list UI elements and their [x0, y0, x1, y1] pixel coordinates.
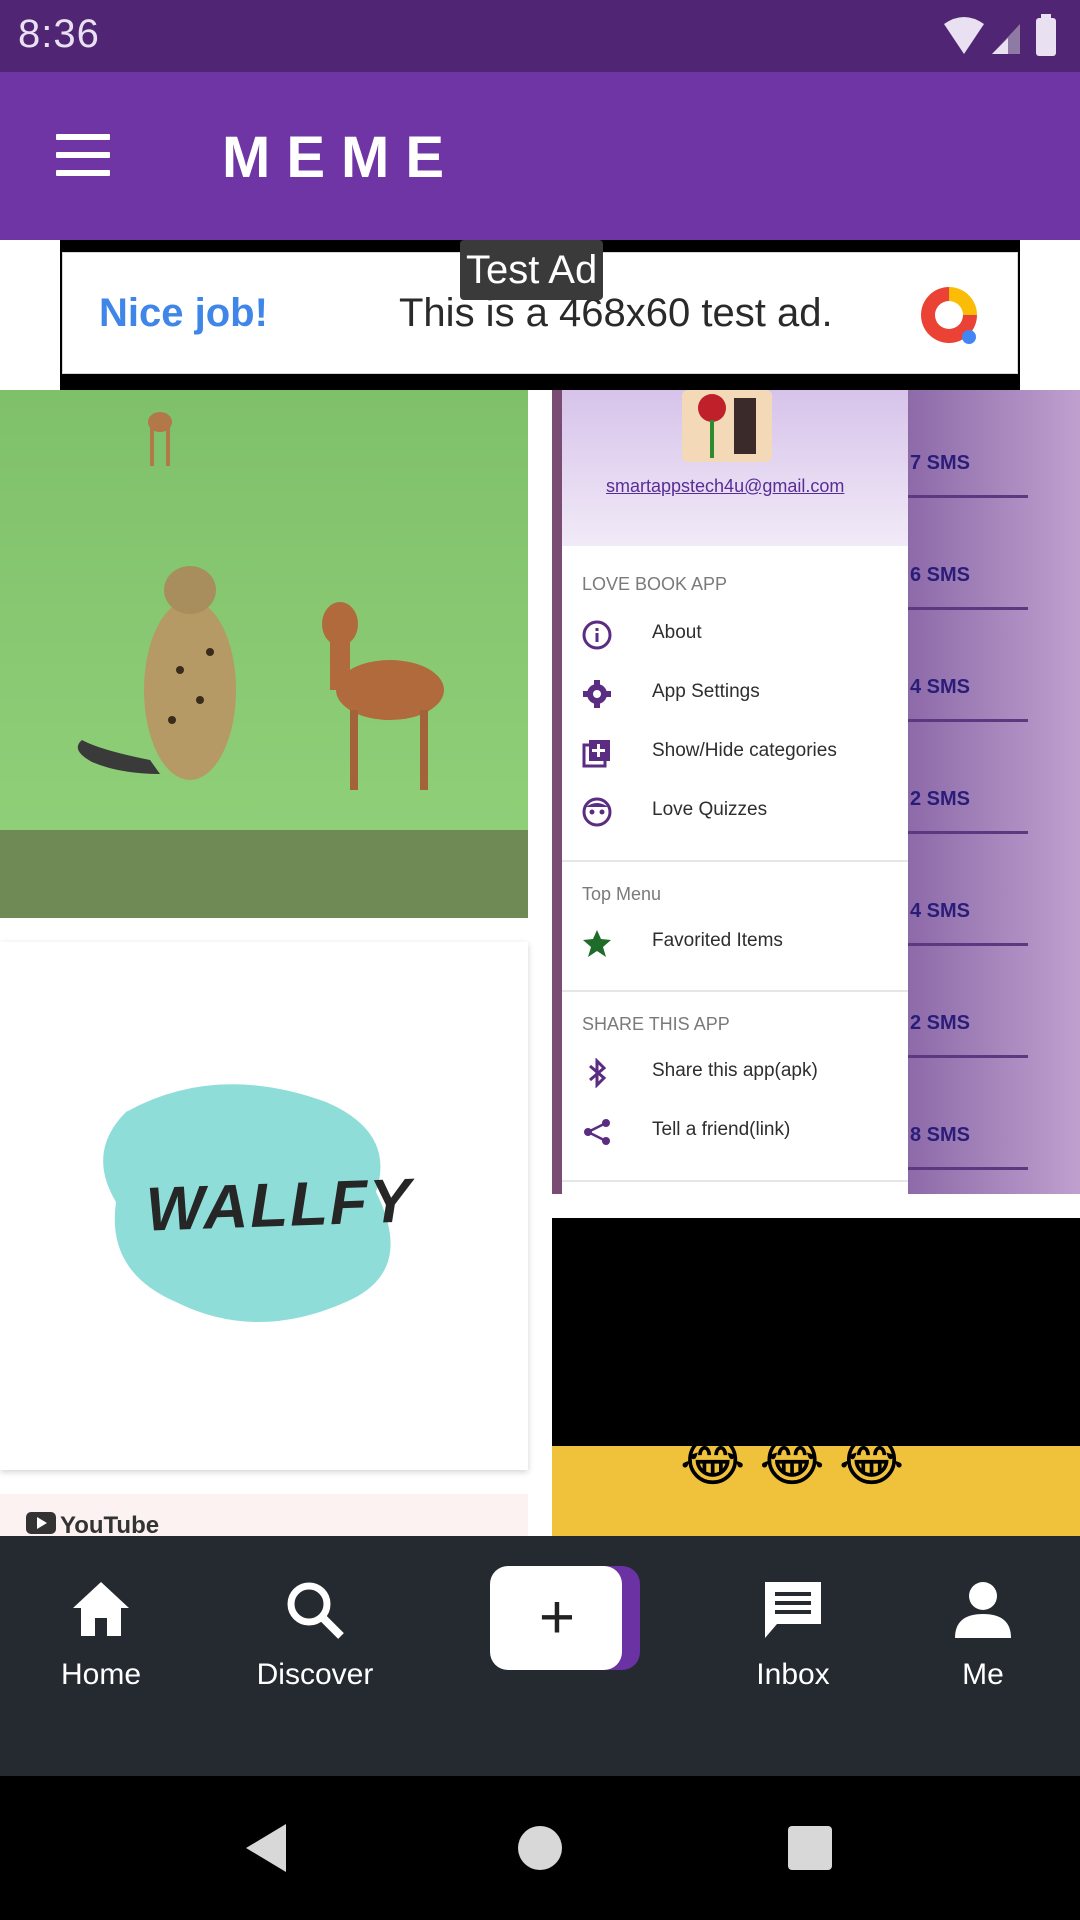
status-time: 8:36 — [18, 12, 100, 56]
recents-icon[interactable] — [782, 1820, 838, 1876]
meme-card-cheetah[interactable] — [0, 390, 528, 918]
inbox-icon — [765, 1582, 821, 1638]
add-box-icon — [582, 740, 610, 768]
youtube-icon — [26, 1512, 56, 1534]
home-circle-icon[interactable] — [512, 1820, 568, 1876]
face-icon — [582, 797, 612, 827]
app-bar: MEME — [0, 72, 1080, 240]
create-button[interactable]: + — [490, 1566, 640, 1670]
star-icon — [583, 930, 611, 957]
ad-logo-icon — [921, 287, 977, 344]
status-icons — [944, 14, 1056, 56]
nav-me[interactable]: Me — [888, 1576, 1078, 1726]
home-icon — [73, 1582, 129, 1636]
drawer-section-top-menu: Top Menu — [582, 884, 662, 904]
wallfy-text: WALLFY — [144, 1166, 414, 1245]
battery-icon — [1036, 18, 1056, 56]
meme-card-emoji[interactable]: 😂😂😂 — [552, 1218, 1080, 1538]
laughing-emojis: 😂😂😂 — [680, 1429, 919, 1492]
drawer-item-favorited: Favorited Items — [562, 914, 908, 970]
drawer-item-tell-friend: Tell a friend(link) — [562, 1103, 908, 1159]
search-icon — [287, 1582, 344, 1639]
meme-card-drawer-screenshot[interactable]: smartappstech4u@gmail.com LOVE BOOK APP … — [552, 390, 1080, 1194]
app-screen: { "status_bar": { "time": "8:36" }, "app… — [0, 0, 1080, 1920]
back-icon[interactable] — [240, 1820, 296, 1876]
gear-icon — [583, 680, 611, 708]
drawer-section-love-book: LOVE BOOK APP — [582, 574, 728, 594]
drawer-item-about: About — [562, 606, 908, 662]
nav-inbox[interactable]: Inbox — [698, 1576, 888, 1726]
bottom-navigation: Home Discover + Inbox Me — [0, 1536, 1080, 1776]
plus-icon: + — [538, 1583, 576, 1652]
drawer-email: smartappstech4u@gmail.com — [606, 476, 845, 496]
hamburger-menu-button[interactable] — [48, 124, 120, 188]
meme-card-wallfy[interactable]: WALLFY — [0, 942, 528, 1470]
drawer-screenshot: smartappstech4u@gmail.com LOVE BOOK APP … — [562, 390, 908, 1194]
test-ad-label: Test Ad — [460, 240, 604, 300]
drawer-item-share-apk: Share this app(apk) — [562, 1044, 908, 1100]
person-icon — [955, 1582, 1011, 1638]
drawer-section-share: SHARE THIS APP — [582, 1014, 730, 1034]
drawer-background-list: 7 SMS 6 SMS 4 SMS 2 SMS 4 SMS 2 SMS 8 SM… — [908, 390, 1080, 1194]
info-icon — [582, 620, 612, 650]
app-title: MEME — [222, 125, 460, 190]
ad-headline: Nice job! — [99, 291, 268, 335]
status-bar: 8:36 — [0, 0, 1080, 72]
wifi-icon — [944, 17, 984, 54]
nav-home[interactable]: Home — [6, 1576, 196, 1726]
share-icon — [584, 1119, 610, 1145]
nav-discover[interactable]: Discover — [220, 1576, 410, 1726]
drawer-item-show-hide: Show/Hide categories — [562, 724, 908, 780]
drawer-item-love-quizzes: Love Quizzes — [562, 783, 908, 839]
drawer-item-app-settings: App Settings — [562, 665, 908, 721]
bluetooth-icon — [589, 1058, 607, 1088]
menu-icon — [56, 134, 110, 140]
system-navigation-bar — [0, 1776, 1080, 1920]
rose-icon — [682, 390, 772, 462]
drawer-header: smartappstech4u@gmail.com — [562, 390, 908, 546]
cheetah-gazelle-image — [0, 390, 528, 918]
